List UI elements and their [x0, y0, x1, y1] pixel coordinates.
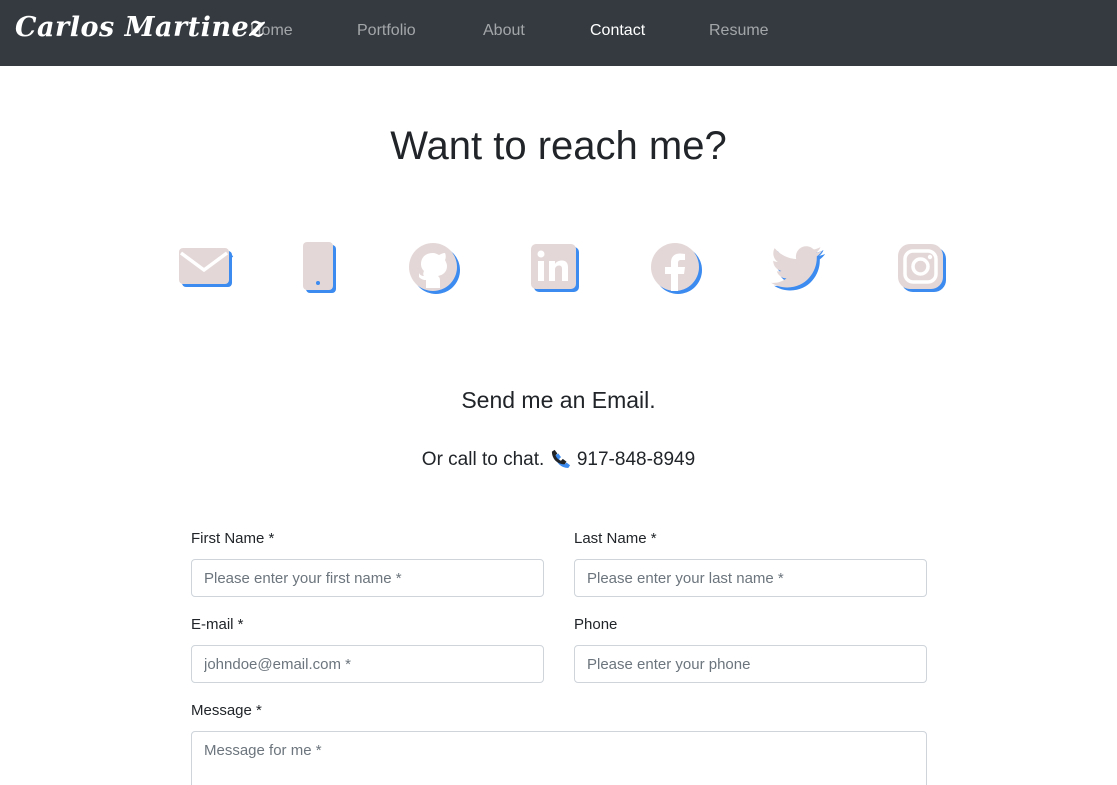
page-title: Want to reach me?: [390, 124, 727, 168]
last-name-label: Last Name *: [574, 530, 657, 547]
github-icon[interactable]: [406, 240, 462, 296]
facebook-icon[interactable]: [648, 240, 704, 296]
phone-input[interactable]: [574, 645, 927, 683]
phone-icon: [550, 448, 572, 468]
phone-label: Phone: [574, 616, 618, 633]
nav-about[interactable]: About: [483, 22, 525, 40]
email-input[interactable]: [191, 645, 544, 683]
social-icons-row: [0, 240, 1117, 296]
nav-contact[interactable]: Contact: [590, 22, 645, 40]
nav-home[interactable]: Home: [250, 22, 293, 40]
call-prompt: Or call to chat.: [421, 449, 545, 470]
call-prompt-row: Or call to chat. 917-848-8949: [0, 448, 1117, 471]
first-name-label: First Name *: [191, 530, 275, 547]
nav-portfolio[interactable]: Portfolio: [357, 22, 416, 40]
mobile-phone-icon[interactable]: [291, 240, 347, 296]
nav-resume[interactable]: Resume: [709, 22, 769, 40]
top-navbar: Carlos Martinez Home Portfolio About Con…: [0, 0, 1117, 66]
email-label: E-mail *: [191, 616, 244, 633]
instagram-icon[interactable]: [894, 240, 950, 296]
last-name-input[interactable]: [574, 559, 927, 597]
email-prompt: Send me an Email.: [461, 387, 656, 413]
linkedin-icon[interactable]: [527, 240, 583, 296]
message-textarea[interactable]: [191, 731, 927, 785]
phone-number-link[interactable]: 917-848-8949: [577, 449, 695, 470]
message-label: Message *: [191, 702, 262, 719]
brand-logo[interactable]: Carlos Martinez: [15, 12, 265, 43]
twitter-icon[interactable]: [771, 240, 827, 296]
first-name-input[interactable]: [191, 559, 544, 597]
email-icon[interactable]: [176, 240, 234, 296]
